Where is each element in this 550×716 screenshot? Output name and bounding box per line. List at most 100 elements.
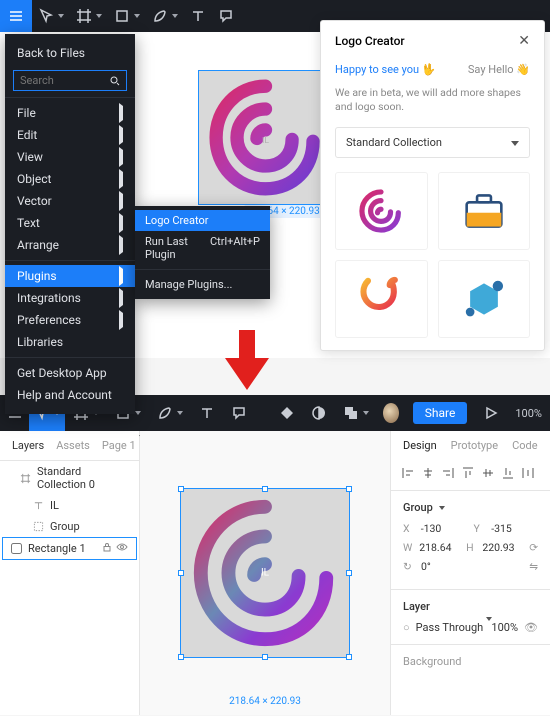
menu-item-file[interactable]: File bbox=[5, 102, 135, 124]
menu-item-text[interactable]: Text bbox=[5, 212, 135, 234]
blend-circle-icon[interactable]: ○ bbox=[403, 621, 410, 634]
tab-layers[interactable]: Layers bbox=[12, 439, 44, 452]
tab-prototype[interactable]: Prototype bbox=[451, 439, 498, 452]
shape-tool[interactable] bbox=[108, 0, 146, 32]
submenu-run-last[interactable]: Run Last PluginCtrl+Alt+P bbox=[135, 231, 270, 265]
selection-box[interactable]: IL bbox=[180, 488, 350, 658]
logo-creator-panel: Logo Creator ✕ Happy to see you 🖖 Say He… bbox=[320, 20, 545, 351]
mask-icon[interactable] bbox=[303, 395, 335, 431]
plugins-submenu: Logo Creator Run Last PluginCtrl+Alt+P M… bbox=[135, 206, 270, 299]
logo-option-hex[interactable] bbox=[438, 260, 531, 338]
frame-icon bbox=[20, 472, 31, 484]
visibility-icon[interactable] bbox=[116, 542, 128, 555]
prop-h[interactable]: 220.93 bbox=[482, 541, 523, 554]
tab-code[interactable]: Code bbox=[512, 439, 537, 452]
background-section[interactable]: Background bbox=[403, 655, 538, 668]
user-avatar[interactable] bbox=[383, 403, 399, 423]
frame-tool[interactable] bbox=[70, 0, 108, 32]
plugin-title: Logo Creator bbox=[335, 34, 405, 48]
collection-select[interactable]: Standard Collection bbox=[335, 127, 530, 158]
group-section[interactable]: Group bbox=[403, 501, 538, 514]
layer-row-group[interactable]: Group bbox=[0, 516, 139, 537]
share-button[interactable]: Share bbox=[413, 402, 468, 424]
menu-item-get-app[interactable]: Get Desktop App bbox=[5, 362, 135, 384]
logo-option-briefcase[interactable] bbox=[438, 172, 531, 250]
menu-item-integrations[interactable]: Integrations bbox=[5, 287, 135, 309]
canvas[interactable]: IL 218.64 × 220.93 bbox=[140, 431, 390, 715]
present-icon[interactable] bbox=[475, 395, 507, 431]
menu-item-view[interactable]: View bbox=[5, 146, 135, 168]
text-tool[interactable] bbox=[191, 395, 223, 431]
menu-item-vector[interactable]: Vector bbox=[5, 190, 135, 212]
prop-x[interactable]: -130 bbox=[421, 522, 468, 535]
pen-tool[interactable] bbox=[146, 0, 184, 32]
group-icon bbox=[32, 521, 44, 533]
main-menu: Back to Files File Edit View Object Vect… bbox=[5, 34, 135, 414]
resize-handle[interactable] bbox=[262, 654, 268, 660]
tab-design[interactable]: Design bbox=[403, 439, 437, 452]
submenu-logo-creator[interactable]: Logo Creator bbox=[135, 210, 270, 231]
resize-handle[interactable] bbox=[262, 486, 268, 492]
prop-y[interactable]: -315 bbox=[491, 522, 538, 535]
page-selector[interactable]: Page 1 bbox=[102, 439, 136, 452]
menu-item-help[interactable]: Help and Account bbox=[5, 384, 135, 406]
menu-search[interactable] bbox=[13, 70, 127, 91]
pen-tool[interactable] bbox=[149, 395, 191, 431]
selection-dimensions: 218.64 × 220.93 bbox=[229, 696, 301, 707]
comment-tool[interactable] bbox=[212, 0, 240, 32]
text-icon bbox=[32, 500, 44, 512]
plugin-beta-msg: We are in beta, we will add more shapes … bbox=[335, 86, 530, 113]
chevron-down-icon bbox=[511, 136, 519, 149]
search-icon bbox=[110, 76, 120, 86]
layer-opacity[interactable]: 100% bbox=[491, 621, 518, 634]
resize-handle[interactable] bbox=[346, 486, 352, 492]
distribute-icon[interactable] bbox=[521, 466, 535, 480]
align-right-icon[interactable] bbox=[441, 466, 455, 480]
components-icon[interactable] bbox=[271, 395, 303, 431]
link-icon[interactable]: ⟳ bbox=[529, 541, 538, 554]
resize-handle[interactable] bbox=[178, 486, 184, 492]
layer-row-frame[interactable]: Standard Collection 0 bbox=[0, 461, 139, 495]
menu-back-to-files[interactable]: Back to Files bbox=[5, 42, 135, 68]
resize-handle[interactable] bbox=[346, 654, 352, 660]
prop-rotation[interactable]: 0° bbox=[421, 560, 469, 573]
visibility-icon[interactable]: 👁 bbox=[524, 621, 538, 634]
flip-h-icon[interactable]: ⇋ bbox=[529, 560, 538, 573]
logo-option-swirl[interactable] bbox=[335, 172, 428, 250]
layers-panel: Layers Assets Page 1 Standard Collection… bbox=[0, 431, 140, 715]
resize-handle[interactable] bbox=[178, 570, 184, 576]
close-icon[interactable]: ✕ bbox=[518, 33, 530, 49]
plugin-say-hello[interactable]: Say Hello 👋 bbox=[468, 63, 530, 76]
menu-item-plugins[interactable]: Plugins bbox=[5, 265, 135, 287]
plugin-greeting: Happy to see you 🖖 bbox=[335, 63, 436, 76]
align-top-icon[interactable] bbox=[461, 466, 475, 480]
move-tool[interactable] bbox=[32, 0, 70, 32]
align-left-icon[interactable] bbox=[401, 466, 415, 480]
align-bottom-icon[interactable] bbox=[501, 466, 515, 480]
layer-row-text[interactable]: IL bbox=[0, 495, 139, 516]
menu-item-arrange[interactable]: Arrange bbox=[5, 234, 135, 256]
zoom-level[interactable]: 100% bbox=[507, 407, 550, 420]
menu-search-input[interactable] bbox=[20, 74, 106, 87]
text-tool[interactable] bbox=[184, 0, 212, 32]
boolean-icon[interactable] bbox=[335, 395, 377, 431]
layer-checkbox[interactable] bbox=[11, 543, 22, 554]
hamburger-menu-button[interactable] bbox=[0, 0, 32, 32]
prop-w[interactable]: 218.64 bbox=[419, 541, 460, 554]
blend-mode[interactable]: Pass Through bbox=[416, 621, 486, 634]
align-vcenter-icon[interactable] bbox=[481, 466, 495, 480]
align-hcenter-icon[interactable] bbox=[421, 466, 435, 480]
tab-assets[interactable]: Assets bbox=[56, 439, 90, 452]
logo-option-flame[interactable] bbox=[335, 260, 428, 338]
resize-handle[interactable] bbox=[346, 570, 352, 576]
menu-item-object[interactable]: Object bbox=[5, 168, 135, 190]
menu-item-edit[interactable]: Edit bbox=[5, 124, 135, 146]
layer-row-rectangle[interactable]: Rectangle 1 bbox=[2, 537, 137, 560]
menu-item-preferences[interactable]: Preferences bbox=[5, 309, 135, 331]
submenu-manage[interactable]: Manage Plugins... bbox=[135, 274, 270, 295]
menu-item-libraries[interactable]: Libraries bbox=[5, 331, 135, 353]
lock-icon[interactable] bbox=[102, 542, 112, 555]
comment-tool[interactable] bbox=[223, 395, 255, 431]
resize-handle[interactable] bbox=[178, 654, 184, 660]
canvas-selection-top[interactable]: IL bbox=[198, 70, 333, 205]
